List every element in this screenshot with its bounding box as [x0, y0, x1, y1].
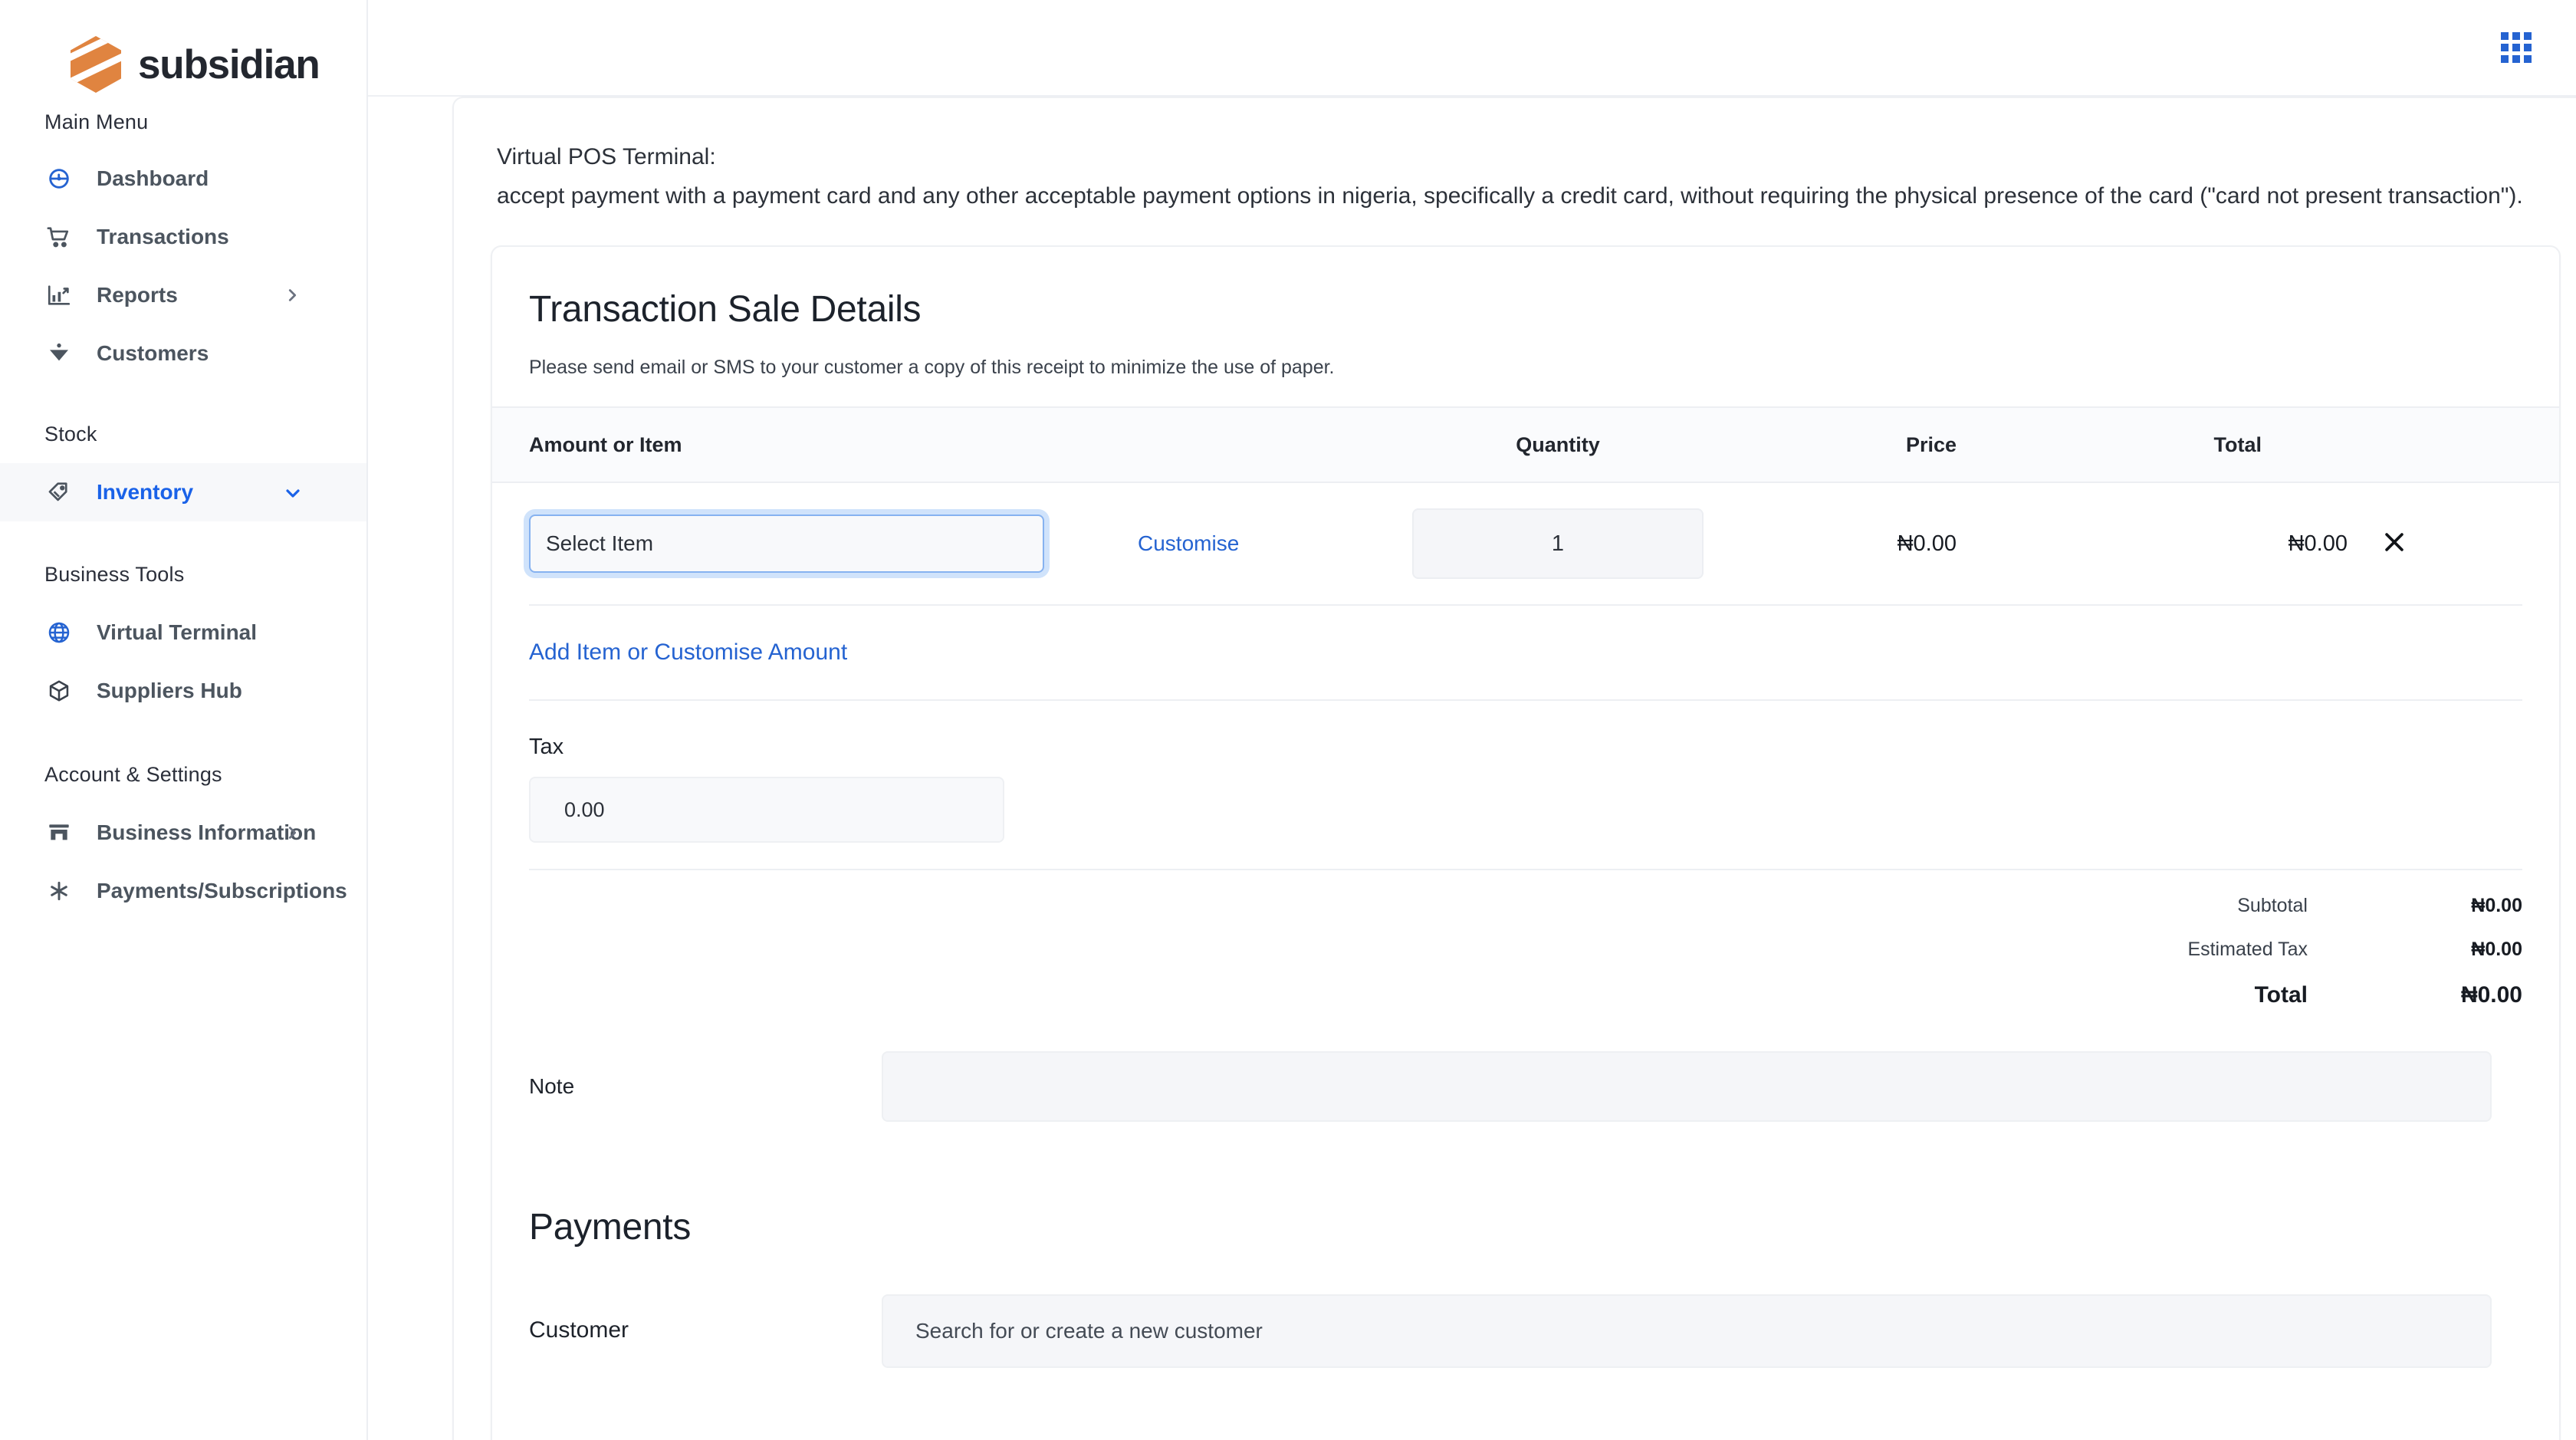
intro-block: Virtual POS Terminal: accept payment wit… [454, 140, 2576, 213]
chevron-down-icon[interactable] [284, 484, 301, 501]
customer-label: Customer [529, 1317, 629, 1343]
sidebar-item-transactions[interactable]: Transactions [0, 208, 366, 266]
cell-quantity: 1 [1412, 508, 1704, 579]
sidebar-item-business-information[interactable]: Business Information [0, 804, 366, 862]
totals-row-subtotal: Subtotal ₦0.00 [529, 895, 2522, 917]
sidebar-item-reports[interactable]: Reports [0, 266, 366, 324]
page-subtitle: Please send email or SMS to your custome… [529, 357, 1335, 378]
sidebar-section-main-menu-title: Main Menu [44, 110, 149, 133]
chevron-right-icon[interactable] [284, 824, 301, 841]
sidebar-item-inventory[interactable]: Inventory [0, 463, 366, 521]
column-header-total: Total [2213, 432, 2262, 456]
subtotal-value: ₦0.00 [2471, 895, 2522, 916]
intro-title: Virtual POS Terminal: [497, 144, 716, 169]
subsidian-hexagon-logo-icon [69, 35, 123, 94]
asterisk-icon [44, 876, 74, 906]
sidebar-item-dashboard[interactable]: Dashboard [0, 150, 366, 208]
estimated-tax-value: ₦0.00 [2471, 939, 2522, 960]
cell-amount-or-item: Select Item Customise [529, 515, 1412, 573]
total-label: Total [2254, 982, 2308, 1008]
tax-label: Tax [529, 735, 564, 759]
cell-total: ₦0.00 [2288, 531, 2348, 556]
intro-description: accept payment with a payment card and a… [497, 183, 2523, 209]
cart-icon [44, 222, 74, 252]
transaction-sale-details-card: Transaction Sale Details Please send ema… [491, 245, 2561, 1440]
sale-items-table: Amount or Item Quantity Price Total Sele… [492, 406, 2559, 701]
sidebar-item-suppliers-hub[interactable]: Suppliers Hub [0, 662, 366, 720]
totals-block: Subtotal ₦0.00 Estimated Tax ₦0.00 Total… [529, 869, 2522, 1008]
column-header-price: Price [1905, 432, 1957, 456]
brand-logo[interactable]: subsidian [0, 0, 366, 100]
storefront-icon [44, 818, 74, 847]
page-title: Transaction Sale Details [529, 289, 922, 330]
column-header-amount-or-item: Amount or Item [529, 432, 682, 456]
sidebar-item-label: Dashboard [97, 166, 209, 190]
note-input[interactable] [882, 1051, 2492, 1122]
total-value: ₦0.00 [2460, 982, 2522, 1008]
payments-title: Payments [529, 1207, 692, 1248]
note-row: Note [529, 1051, 2522, 1122]
cell-price: ₦0.00 [1897, 531, 1957, 556]
gauge-icon [44, 164, 74, 193]
sidebar-section-account-settings-title: Account & Settings [44, 763, 222, 786]
add-item-or-customise-amount-link[interactable]: Add Item or Customise Amount [529, 639, 847, 666]
close-x-icon [2381, 529, 2407, 559]
tax-input[interactable]: 0.00 [529, 777, 1004, 843]
sidebar-item-virtual-terminal[interactable]: Virtual Terminal [0, 603, 366, 662]
table-header-row: Amount or Item Quantity Price Total [492, 406, 2559, 483]
sidebar-item-label: Payments/Subscriptions [97, 879, 347, 902]
table-row: Select Item Customise 1 ₦0.00 ₦0.00 [529, 483, 2522, 606]
add-item-row: Add Item or Customise Amount [529, 606, 2522, 701]
bar-chart-icon [44, 281, 74, 310]
grid-apps-icon[interactable] [2501, 32, 2532, 63]
select-item-input[interactable]: Select Item [529, 515, 1044, 573]
sidebar-item-label: Reports [97, 283, 178, 307]
box-icon [44, 676, 74, 705]
sidebar-item-customers[interactable]: Customers [0, 324, 366, 383]
app-root: subsidian Main Menu Dashboard Transactio… [0, 0, 2576, 1440]
customer-search-input[interactable]: Search for or create a new customer [882, 1294, 2492, 1368]
brand-name: subsidian [138, 41, 320, 87]
customise-link[interactable]: Customise [1138, 531, 1239, 556]
sidebar-item-payments-subscriptions[interactable]: Payments/Subscriptions [0, 862, 366, 920]
sidebar: subsidian Main Menu Dashboard Transactio… [0, 0, 368, 1440]
sidebar-item-label: Suppliers Hub [97, 679, 242, 702]
sidebar-item-label: Inventory [97, 480, 194, 504]
subtotal-label: Subtotal [2237, 895, 2308, 916]
customer-row: Customer Search for or create a new cust… [529, 1294, 2522, 1368]
virtual-terminal-card: Virtual POS Terminal: accept payment wit… [452, 97, 2576, 1440]
totals-row-estimated-tax: Estimated Tax ₦0.00 [529, 939, 2522, 961]
sidebar-item-label: Customers [97, 341, 209, 365]
sidebar-section-business-tools-title: Business Tools [44, 563, 185, 586]
tax-block: Tax 0.00 [529, 701, 2522, 843]
remove-item-button[interactable] [2367, 529, 2421, 559]
book-icon [44, 339, 74, 368]
sidebar-item-label: Virtual Terminal [97, 620, 258, 644]
sidebar-item-label: Transactions [97, 225, 229, 248]
estimated-tax-label: Estimated Tax [2187, 939, 2308, 960]
main-content: Virtual POS Terminal: accept payment wit… [368, 0, 2576, 1440]
note-label: Note [529, 1074, 575, 1098]
top-bar [368, 0, 2576, 97]
tag-icon [44, 478, 74, 507]
globe-icon [44, 618, 74, 647]
column-header-quantity: Quantity [1516, 432, 1600, 456]
chevron-right-icon[interactable] [284, 287, 301, 304]
quantity-input[interactable]: 1 [1412, 508, 1704, 579]
sidebar-section-stock-title: Stock [44, 422, 97, 445]
totals-row-total: Total ₦0.00 [529, 982, 2522, 1008]
